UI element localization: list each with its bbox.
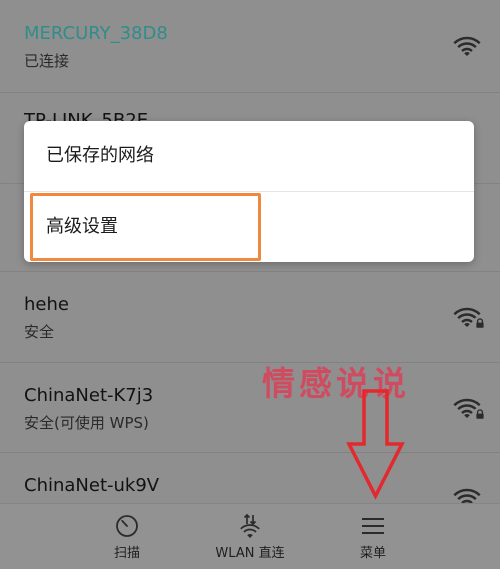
network-status: 安全(可使用 WPS)	[24, 414, 149, 432]
bottom-tab-label: 扫描	[113, 546, 140, 561]
network-status: 安全	[24, 323, 55, 341]
bottom-tab-scan[interactable]: 扫描	[67, 504, 187, 569]
menu-item-saved-networks[interactable]: 已保存的网络	[24, 121, 474, 191]
down-arrow-icon	[346, 389, 405, 500]
bottom-tab-wlan-direct[interactable]: WLAN 直连	[190, 504, 310, 569]
wifi-settings-screen: MERCURY_38D8 已连接 TP-LINK_5B2E hehe 安全 Ch…	[0, 0, 500, 569]
bottom-action-bar: 扫描 WLAN 直连 菜单	[0, 503, 500, 569]
bottom-tab-menu[interactable]: 菜单	[313, 504, 433, 569]
scan-icon	[114, 513, 140, 539]
wifi-icon	[452, 33, 484, 59]
wifi-network-item[interactable]: hehe 安全	[0, 271, 500, 362]
network-status: 已连接	[24, 52, 70, 70]
network-ssid: ChinaNet-uk9V	[24, 475, 160, 496]
wifi-network-item[interactable]: ChinaNet-K7j3 安全(可使用 WPS)	[0, 362, 500, 452]
bottom-tab-label: WLAN 直连	[215, 546, 285, 561]
bottom-tab-label: 菜单	[359, 546, 386, 561]
wifi-network-item[interactable]: MERCURY_38D8 已连接	[0, 0, 500, 92]
network-ssid: hehe	[24, 294, 69, 315]
lock-icon	[474, 408, 486, 420]
network-ssid: MERCURY_38D8	[24, 23, 168, 44]
menu-icon	[360, 513, 386, 539]
network-ssid: ChinaNet-K7j3	[24, 385, 154, 406]
highlight-box	[30, 193, 261, 261]
lock-icon	[474, 317, 486, 329]
wlan-direct-icon	[237, 513, 263, 539]
